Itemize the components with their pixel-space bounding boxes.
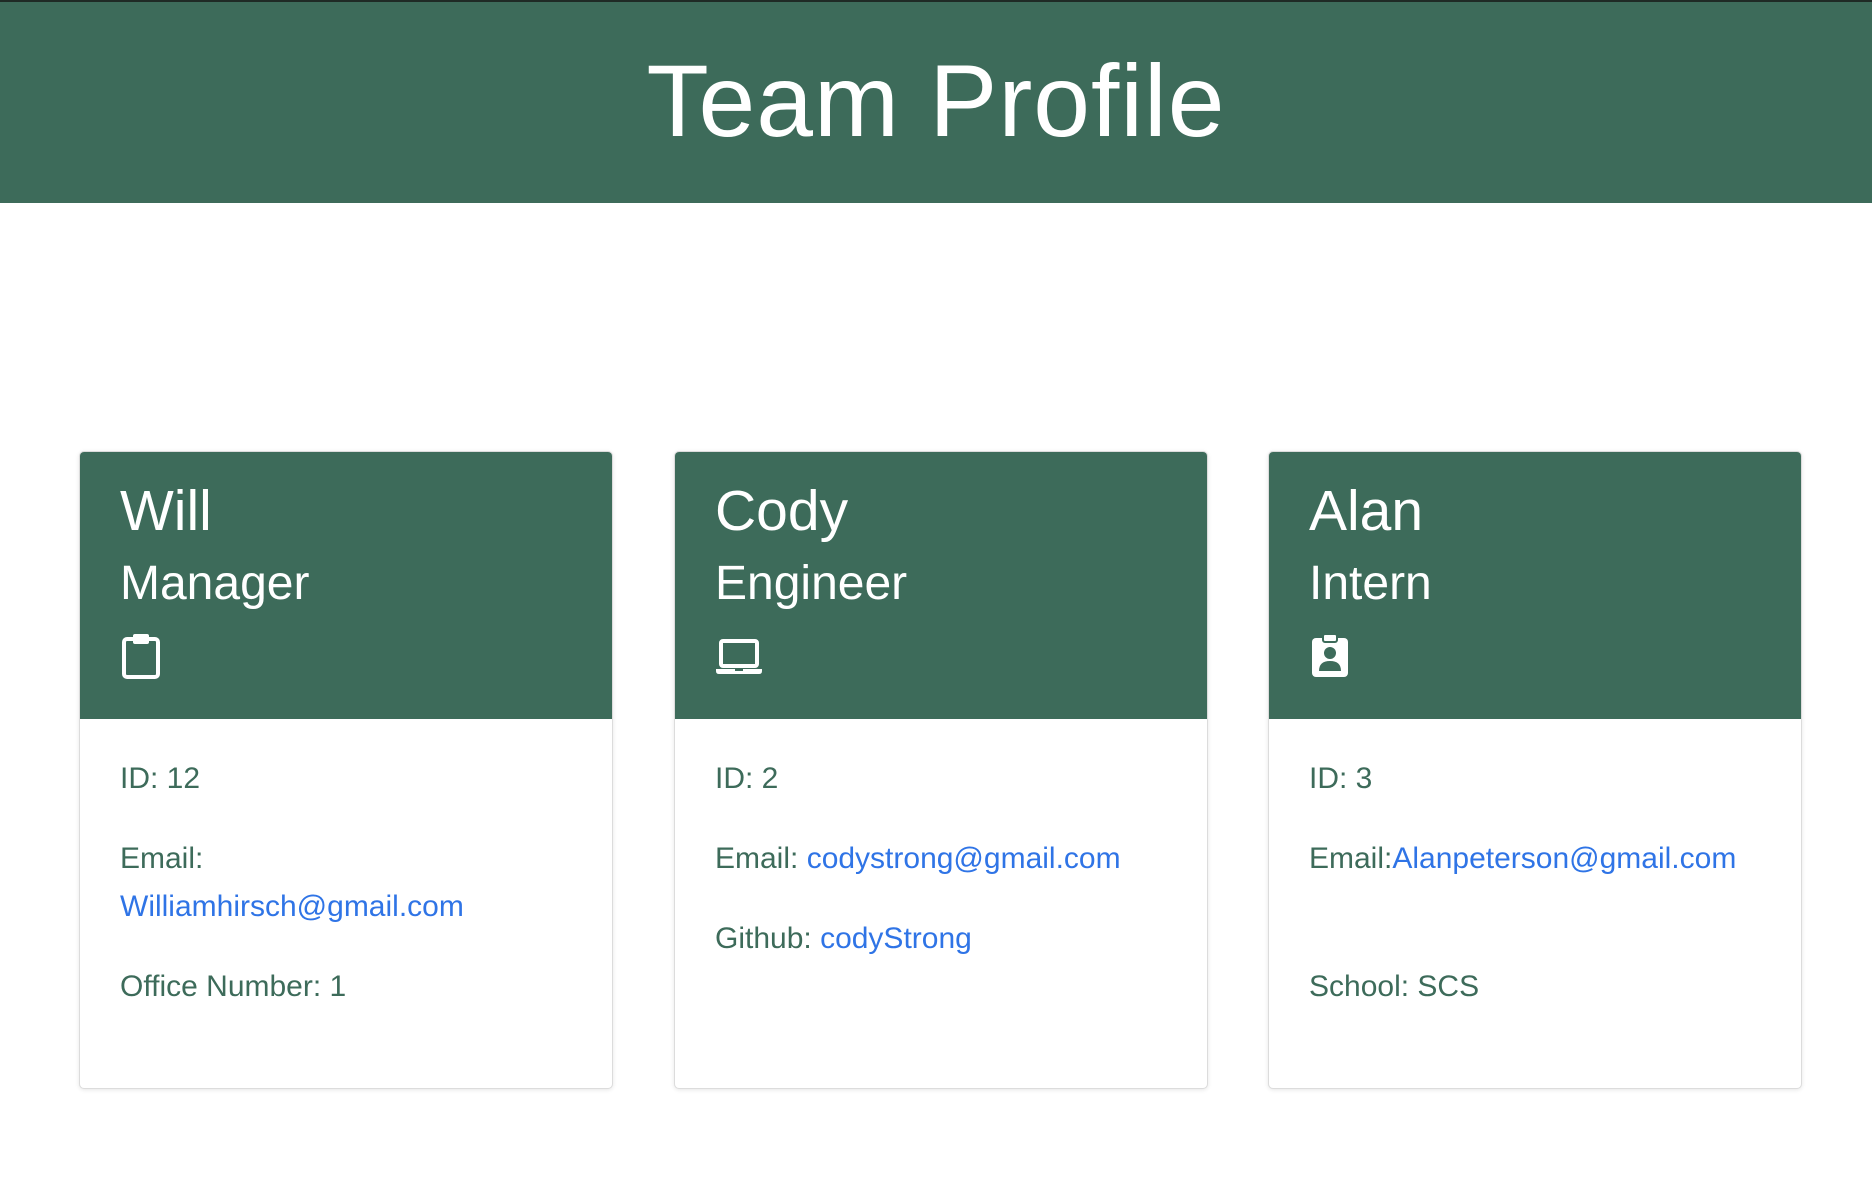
employee-role: Intern (1309, 557, 1432, 610)
employee-name: Cody (715, 479, 849, 543)
email-label: Email: (715, 842, 807, 875)
employee-role: Engineer (715, 557, 908, 610)
github-row: Github: codyStrong (715, 915, 1167, 963)
employee-email-row: Email:Alanpeterson@gmail.com (1309, 835, 1761, 883)
employee-name: Will (120, 479, 212, 543)
employee-card-manager: Will Manager ID: 12 Email: Williamhirsch… (79, 451, 613, 1089)
employee-id: ID: 2 (715, 762, 779, 795)
employee-email-row: Email: codystrong@gmail.com (715, 835, 1167, 883)
employee-card-engineer: Cody Engineer ID: 2 Email: codystrong@gm… (674, 451, 1208, 1089)
employee-name: Alan (1309, 479, 1424, 543)
id-badge-icon (1309, 632, 1357, 680)
card-header: Will Manager (80, 452, 612, 719)
card-header: Cody Engineer (675, 452, 1207, 719)
card-header: Alan Intern (1269, 452, 1801, 719)
email-link[interactable]: Williamhirsch@gmail.com (120, 890, 464, 923)
employee-role: Manager (120, 557, 310, 610)
github-label: Github: (715, 922, 821, 955)
employee-card-intern: Alan Intern ID: 3 Email:Alanpeterson@gma… (1268, 451, 1802, 1089)
laptop-icon (715, 632, 763, 680)
school: School: SCS (1309, 970, 1480, 1003)
email-label: Email: (1309, 842, 1393, 875)
employee-id: ID: 3 (1309, 762, 1373, 795)
clipboard-icon (120, 632, 168, 680)
email-label: Email: (120, 842, 204, 875)
email-link[interactable]: Alanpeterson@gmail.com (1392, 842, 1736, 875)
github-link[interactable]: codyStrong (820, 922, 972, 955)
page-header: Team Profile (0, 2, 1872, 203)
employee-id: ID: 12 (120, 762, 201, 795)
page-title: Team Profile (646, 43, 1226, 158)
email-link[interactable]: codystrong@gmail.com (807, 842, 1121, 875)
employee-email-row: Email: Williamhirsch@gmail.com (120, 835, 572, 931)
office-number: Office Number: 1 (120, 970, 347, 1003)
